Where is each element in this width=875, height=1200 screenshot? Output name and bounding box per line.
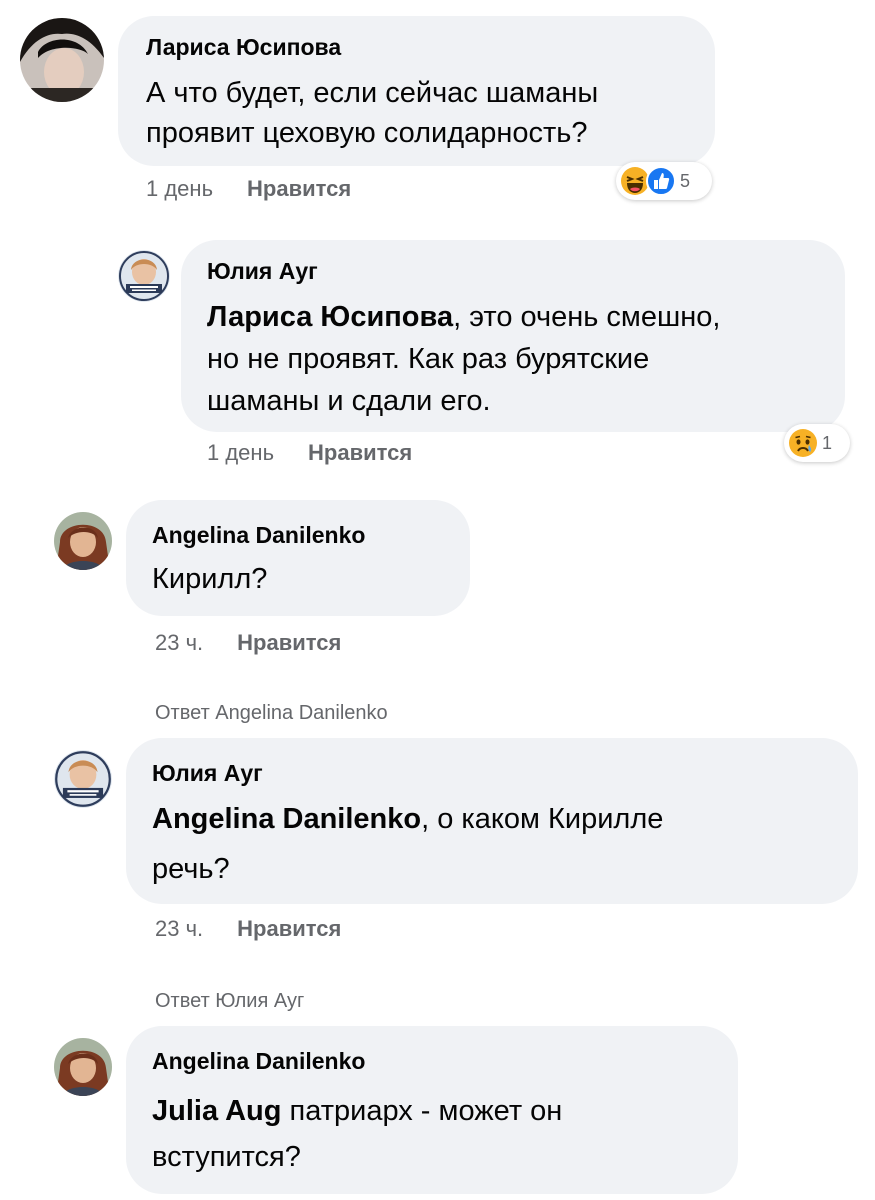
reply-to-label: Ответ Юлия Ауг — [155, 990, 305, 1012]
comment-author[interactable]: Angelina Danilenko — [152, 1048, 365, 1075]
comment-text-line: вступится? — [152, 1141, 301, 1173]
mention-link[interactable]: Julia Aug — [152, 1095, 281, 1127]
avatar-angelina[interactable] — [54, 1038, 112, 1096]
comment-5: Ответ Юлия Ауг Angelina Danilenko Julia … — [0, 0, 875, 1200]
comment-text-line: Julia Aug патриарх - может он — [152, 1095, 563, 1127]
